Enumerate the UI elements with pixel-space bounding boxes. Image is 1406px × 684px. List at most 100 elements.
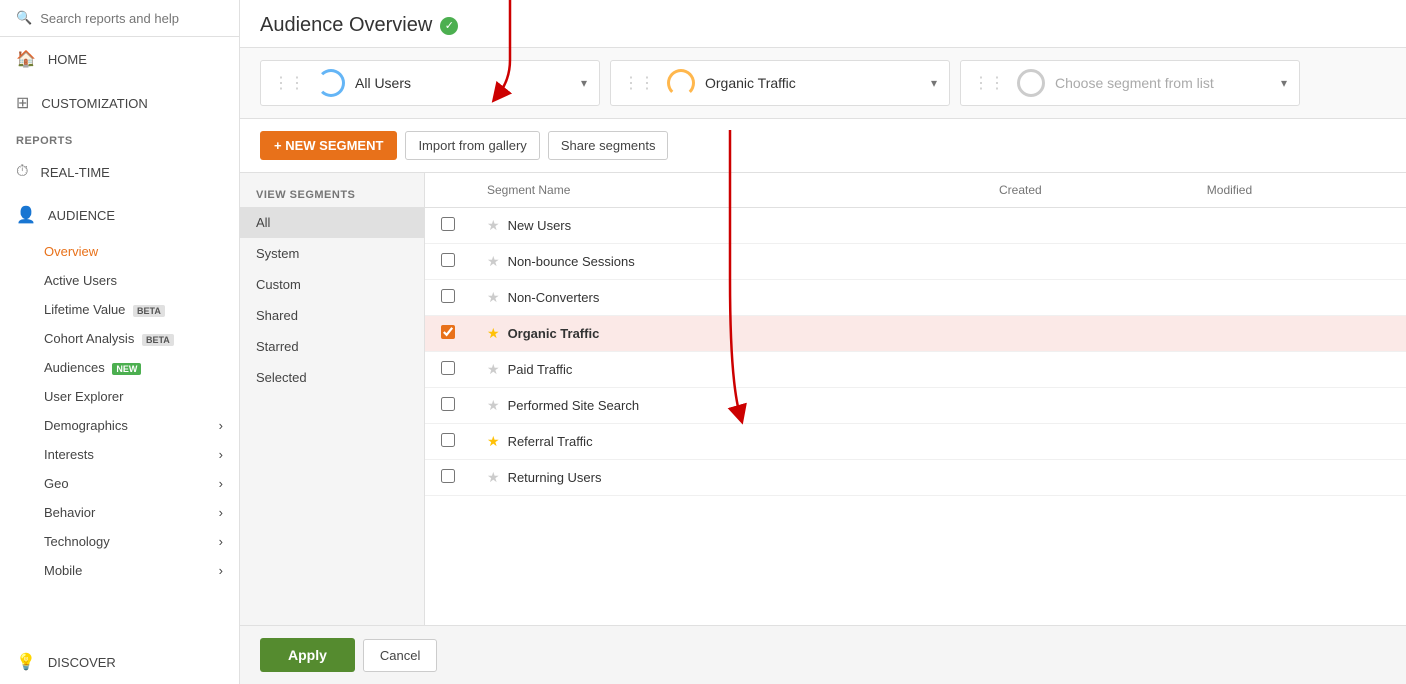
- star-icon-non-converters[interactable]: ★: [487, 289, 500, 306]
- row-modified-non-converters: [1191, 280, 1406, 316]
- sidebar-expandable-interests[interactable]: Interests ›: [0, 440, 239, 469]
- page-title-text: Audience Overview: [260, 14, 432, 37]
- sidebar-audience-label: AUDIENCE: [48, 208, 115, 223]
- sidebar-item-home[interactable]: 🏠 HOME: [0, 37, 239, 81]
- sidebar-home-label: HOME: [48, 52, 87, 67]
- behavior-label: Behavior: [44, 505, 95, 520]
- row-created-performed-site-search: [983, 388, 1191, 424]
- drag-handle-1: ⋮⋮: [273, 73, 305, 93]
- toolbar: + NEW SEGMENT Import from gallery Share …: [240, 119, 1406, 173]
- row-checkbox-organic-traffic[interactable]: [441, 325, 455, 339]
- table-row: ★Returning Users: [425, 460, 1406, 496]
- chevron-right-icon-behavior: ›: [219, 505, 223, 520]
- audience-icon: 👤: [16, 205, 36, 225]
- seg-nav-shared[interactable]: Shared: [240, 300, 424, 331]
- segment-selector-3[interactable]: ⋮⋮ Choose segment from list ▾: [960, 60, 1300, 106]
- star-icon-non-bounce[interactable]: ★: [487, 253, 500, 270]
- star-icon-organic-traffic[interactable]: ★: [487, 325, 500, 342]
- page-title: Audience Overview ✓: [260, 14, 1386, 37]
- star-icon-performed-site-search[interactable]: ★: [487, 397, 500, 414]
- col-name: Segment Name: [471, 173, 983, 208]
- import-from-gallery-button[interactable]: Import from gallery: [405, 131, 539, 160]
- sidebar-item-discover[interactable]: 💡 DISCOVER: [0, 640, 239, 684]
- share-segments-button[interactable]: Share segments: [548, 131, 669, 160]
- sidebar-sub-item-audiences[interactable]: Audiences NEW: [0, 353, 239, 382]
- chevron-down-icon-1: ▾: [581, 76, 587, 90]
- seg-nav-custom-label: Custom: [256, 277, 301, 292]
- row-checkbox-referral-traffic[interactable]: [441, 433, 455, 447]
- discover-icon: 💡: [16, 652, 36, 672]
- seg-nav-starred-label: Starred: [256, 339, 299, 354]
- star-icon-paid-traffic[interactable]: ★: [487, 361, 500, 378]
- sidebar-expandable-demographics[interactable]: Demographics ›: [0, 411, 239, 440]
- row-checkbox-new-users[interactable]: [441, 217, 455, 231]
- beta-badge-lifetime: BETA: [133, 305, 165, 317]
- table-row: ★ Organic Traffic: [425, 316, 1406, 352]
- customization-icon: ⊞: [16, 93, 29, 113]
- reports-section-label: Reports: [0, 125, 239, 151]
- row-checkbox-performed-site-search[interactable]: [441, 397, 455, 411]
- drag-handle-2: ⋮⋮: [623, 73, 655, 93]
- seg-nav-selected[interactable]: Selected: [240, 362, 424, 393]
- bottom-bar: Apply Cancel: [240, 625, 1406, 684]
- row-created-paid-traffic: [983, 352, 1191, 388]
- row-label-paid-traffic: Paid Traffic: [508, 362, 573, 377]
- row-label-performed-site-search: Performed Site Search: [508, 398, 640, 413]
- seg-nav-starred[interactable]: Starred: [240, 331, 424, 362]
- star-icon-referral-traffic[interactable]: ★: [487, 433, 500, 450]
- overview-label: Overview: [44, 244, 98, 259]
- sidebar-item-customization[interactable]: ⊞ CUSTOMIZATION: [0, 81, 239, 125]
- search-bar[interactable]: 🔍 Search reports and help: [0, 0, 239, 37]
- interests-label: Interests: [44, 447, 94, 462]
- cancel-button[interactable]: Cancel: [363, 639, 437, 672]
- table-row: ★Non-Converters: [425, 280, 1406, 316]
- sidebar-item-audience[interactable]: 👤 AUDIENCE: [0, 193, 239, 237]
- geo-label: Geo: [44, 476, 69, 491]
- sidebar-expandable-behavior[interactable]: Behavior ›: [0, 498, 239, 527]
- segment-icon-3: [1017, 69, 1045, 97]
- row-checkbox-returning-users[interactable]: [441, 469, 455, 483]
- row-checkbox-non-bounce[interactable]: [441, 253, 455, 267]
- row-created-referral-traffic: [983, 424, 1191, 460]
- sidebar-sub-item-lifetime-value[interactable]: Lifetime Value BETA: [0, 295, 239, 324]
- mobile-label: Mobile: [44, 563, 82, 578]
- check-icon: ✓: [440, 17, 458, 35]
- sidebar-sub-item-user-explorer[interactable]: User Explorer: [0, 382, 239, 411]
- search-placeholder: Search reports and help: [40, 11, 179, 26]
- table-row: ★ Non-bounce Sessions: [425, 244, 1406, 280]
- seg-nav-system[interactable]: System: [240, 238, 424, 269]
- row-checkbox-non-converters[interactable]: [441, 289, 455, 303]
- row-created-non-bounce: [983, 244, 1191, 280]
- sidebar-expandable-geo[interactable]: Geo ›: [0, 469, 239, 498]
- main-content: Audience Overview ✓ ⋮⋮ All Users ▾ ⋮⋮ Or…: [240, 0, 1406, 684]
- apply-button[interactable]: Apply: [260, 638, 355, 672]
- sidebar-sub-item-active-users[interactable]: Active Users: [0, 266, 239, 295]
- segment-selector-2[interactable]: ⋮⋮ Organic Traffic ▾: [610, 60, 950, 106]
- seg-nav-custom[interactable]: Custom: [240, 269, 424, 300]
- segment-selector-1[interactable]: ⋮⋮ All Users ▾: [260, 60, 600, 106]
- lifetime-value-label: Lifetime Value: [44, 302, 125, 317]
- seg-nav-all[interactable]: All: [240, 207, 424, 238]
- row-modified-organic-traffic: [1191, 316, 1406, 352]
- sidebar-expandable-mobile[interactable]: Mobile ›: [0, 556, 239, 585]
- segment-label-1: All Users: [355, 75, 571, 91]
- seg-nav-system-label: System: [256, 246, 299, 261]
- new-segment-button[interactable]: + NEW SEGMENT: [260, 131, 397, 160]
- seg-nav-shared-label: Shared: [256, 308, 298, 323]
- star-icon-returning-users[interactable]: ★: [487, 469, 500, 486]
- sidebar-sub-item-cohort[interactable]: Cohort Analysis BETA: [0, 324, 239, 353]
- row-label-non-bounce: Non-bounce Sessions: [508, 254, 635, 269]
- row-checkbox-paid-traffic[interactable]: [441, 361, 455, 375]
- star-icon-new-users[interactable]: ★: [487, 217, 500, 234]
- sidebar-sub-item-overview[interactable]: Overview: [0, 237, 239, 266]
- sidebar-item-realtime[interactable]: ⏱ REAL-TIME: [0, 151, 239, 193]
- row-label-new-users: New Users: [508, 218, 572, 233]
- table-row: ★Referral Traffic: [425, 424, 1406, 460]
- user-explorer-label: User Explorer: [44, 389, 123, 404]
- segment-row: ⋮⋮ All Users ▾ ⋮⋮ Organic Traffic ▾ ⋮⋮ C…: [240, 48, 1406, 119]
- row-created-organic-traffic: [983, 316, 1191, 352]
- discover-label: DISCOVER: [48, 655, 116, 670]
- sidebar-expandable-technology[interactable]: Technology ›: [0, 527, 239, 556]
- segment-label-3: Choose segment from list: [1055, 75, 1271, 91]
- row-label-organic-traffic[interactable]: Organic Traffic: [508, 326, 600, 341]
